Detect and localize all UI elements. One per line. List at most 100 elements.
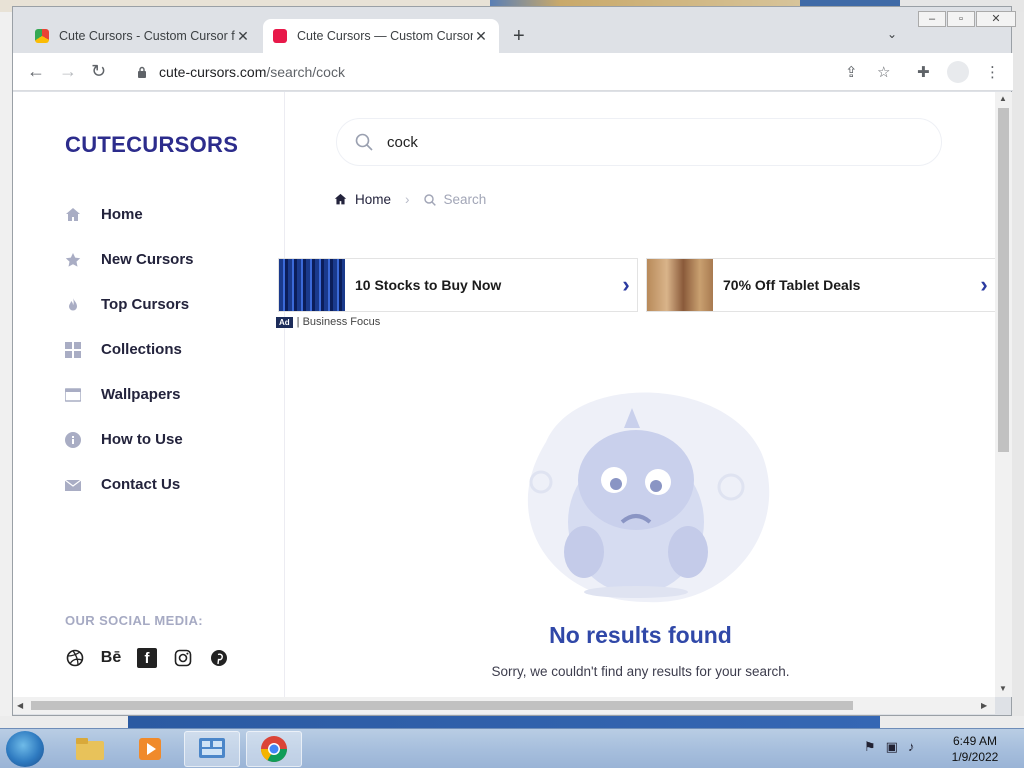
- chrome-web-store-favicon-icon: [35, 29, 49, 43]
- mail-icon: [65, 479, 81, 491]
- wallpaper-icon: [65, 387, 81, 402]
- bookmark-star-icon[interactable]: ☆: [877, 63, 890, 81]
- breadcrumb: Home › Search: [334, 192, 486, 207]
- tab-cute-cursors-custom-cursor[interactable]: Cute Cursors - Custom Cursor for Chrome …: [25, 19, 261, 53]
- scroll-right-arrow-icon[interactable]: ▶: [981, 701, 987, 710]
- scroll-down-arrow-icon[interactable]: ▼: [999, 684, 1007, 693]
- tab-search-chevron-icon[interactable]: ⌄: [887, 27, 897, 41]
- ad-title: 10 Stocks to Buy Now: [355, 277, 502, 293]
- browser-window: Cute Cursors - Custom Cursor for Chrome …: [12, 6, 1016, 716]
- ad-banner: 10 Stocks to Buy Now › 70% Off Tablet De…: [276, 258, 995, 338]
- share-icon[interactable]: ⇪: [845, 63, 858, 81]
- close-window-button[interactable]: ✕: [976, 11, 1016, 27]
- chevron-right-icon: ›: [622, 272, 630, 297]
- back-button[interactable]: ←: [27, 61, 45, 82]
- horizontal-scrollbar[interactable]: ◀ ▶: [13, 697, 995, 714]
- behance-icon[interactable]: Bē: [101, 648, 121, 668]
- sidebar-item-collections[interactable]: Collections: [65, 327, 194, 372]
- site-logo[interactable]: CUTECURSORS: [65, 132, 238, 158]
- vertical-scroll-thumb[interactable]: [998, 108, 1009, 452]
- window-controls: – ▫ ✕: [917, 11, 1016, 27]
- sidebar-item-contact-us[interactable]: Contact Us: [65, 462, 194, 507]
- sidebar-menu: Home New Cursors Top Cursors Collections…: [65, 192, 194, 507]
- cute-cursors-favicon-icon: [273, 29, 287, 43]
- search-input[interactable]: [387, 133, 887, 151]
- home-icon: [334, 193, 347, 205]
- close-tab-icon[interactable]: ✕: [473, 28, 489, 45]
- sad-monster-illustration: [527, 392, 770, 603]
- star-icon: [65, 252, 81, 267]
- ad-source: | Business Focus: [296, 316, 381, 328]
- forward-button[interactable]: →: [59, 61, 77, 82]
- ad-attribution: Ad | Business Focus: [276, 316, 380, 328]
- chevron-right-icon: ›: [405, 192, 410, 207]
- chrome-taskbar-button[interactable]: [246, 731, 302, 767]
- vertical-scrollbar[interactable]: ▲ ▼: [995, 92, 1012, 697]
- pinterest-icon[interactable]: [209, 648, 229, 668]
- file-explorer-taskbar-button[interactable]: [62, 731, 118, 767]
- sidebar-item-top-cursors[interactable]: Top Cursors: [65, 282, 194, 327]
- sidebar: CUTECURSORS Home New Cursors Top Cursors…: [13, 92, 285, 697]
- empty-state-title: No results found: [549, 622, 732, 648]
- grid-icon: [65, 341, 81, 358]
- sidebar-item-how-to-use[interactable]: How to Use: [65, 417, 194, 462]
- lock-icon: [138, 66, 146, 78]
- scroll-up-arrow-icon[interactable]: ▲: [999, 94, 1007, 103]
- search-bar: [336, 118, 942, 166]
- minimize-button[interactable]: –: [918, 11, 946, 27]
- ad-thumbnail-stocks: [279, 259, 345, 311]
- sidebar-item-wallpapers[interactable]: Wallpapers: [65, 372, 194, 417]
- flame-icon: [69, 297, 77, 310]
- menu-kebab-icon[interactable]: ⋮: [985, 63, 1000, 81]
- volume-icon[interactable]: ♪: [908, 739, 915, 755]
- info-icon: [65, 431, 81, 448]
- tab-title: Cute Cursors — Custom Cursors: [297, 29, 473, 43]
- profile-avatar[interactable]: [947, 61, 969, 83]
- control-panel-taskbar-button[interactable]: [184, 731, 240, 767]
- taskbar-clock[interactable]: 6:49 AM 1/9/2022: [940, 733, 1010, 765]
- search-icon: [423, 193, 436, 206]
- media-player-taskbar-button[interactable]: [122, 731, 178, 767]
- search-icon: [355, 133, 373, 151]
- maximize-button[interactable]: ▫: [947, 11, 975, 27]
- network-icon[interactable]: ▣: [886, 739, 898, 755]
- action-center-flag-icon[interactable]: ⚑: [864, 739, 876, 755]
- control-panel-icon: [199, 738, 225, 758]
- sidebar-item-new-cursors[interactable]: New Cursors: [65, 237, 194, 282]
- url-host: cute-cursors.com: [159, 64, 267, 80]
- sidebar-item-label: Wallpapers: [101, 386, 181, 403]
- clock-date: 1/9/2022: [951, 750, 999, 764]
- sidebar-item-label: New Cursors: [101, 251, 194, 268]
- ad-badge: Ad: [276, 316, 293, 328]
- ad-card-stocks[interactable]: 10 Stocks to Buy Now ›: [278, 258, 638, 312]
- desktop-edge-bottom: [0, 716, 1024, 728]
- reload-button[interactable]: ↻: [91, 61, 106, 82]
- sidebar-item-label: Contact Us: [101, 476, 181, 493]
- extensions-puzzle-icon[interactable]: ✚: [917, 63, 930, 81]
- breadcrumb-current-label: Search: [443, 192, 487, 207]
- horizontal-scroll-thumb[interactable]: [31, 701, 853, 710]
- sidebar-item-label: Home: [101, 206, 143, 223]
- start-button[interactable]: [6, 731, 44, 767]
- tab-cute-cursors-active[interactable]: Cute Cursors — Custom Cursors ✕: [263, 19, 499, 53]
- empty-state-subtitle: Sorry, we couldn't find any results for …: [491, 664, 790, 679]
- scroll-left-arrow-icon[interactable]: ◀: [17, 701, 23, 710]
- dribbble-icon[interactable]: [65, 648, 85, 668]
- sidebar-item-home[interactable]: Home: [65, 192, 194, 237]
- clock-time: 6:49 AM: [952, 734, 998, 748]
- ad-card-tablets[interactable]: 70% Off Tablet Deals ›: [646, 258, 995, 312]
- address-bar[interactable]: cute-cursors.com/search/cock: [123, 57, 863, 87]
- new-tab-button[interactable]: +: [513, 25, 525, 48]
- ad-title: 70% Off Tablet Deals: [723, 277, 861, 293]
- chevron-right-icon: ›: [980, 272, 988, 297]
- breadcrumb-home[interactable]: Home: [334, 192, 391, 207]
- breadcrumb-current: Search: [423, 192, 487, 207]
- sidebar-item-label: How to Use: [101, 431, 183, 448]
- page-viewport: CUTECURSORS Home New Cursors Top Cursors…: [13, 92, 995, 697]
- close-tab-icon[interactable]: ✕: [235, 28, 251, 45]
- system-tray: ⚑ ▣ ♪: [864, 739, 924, 755]
- home-icon: [66, 207, 80, 221]
- tab-title: Cute Cursors - Custom Cursor for Chrome: [59, 29, 235, 43]
- instagram-icon[interactable]: [173, 648, 193, 668]
- facebook-icon[interactable]: f: [137, 648, 157, 668]
